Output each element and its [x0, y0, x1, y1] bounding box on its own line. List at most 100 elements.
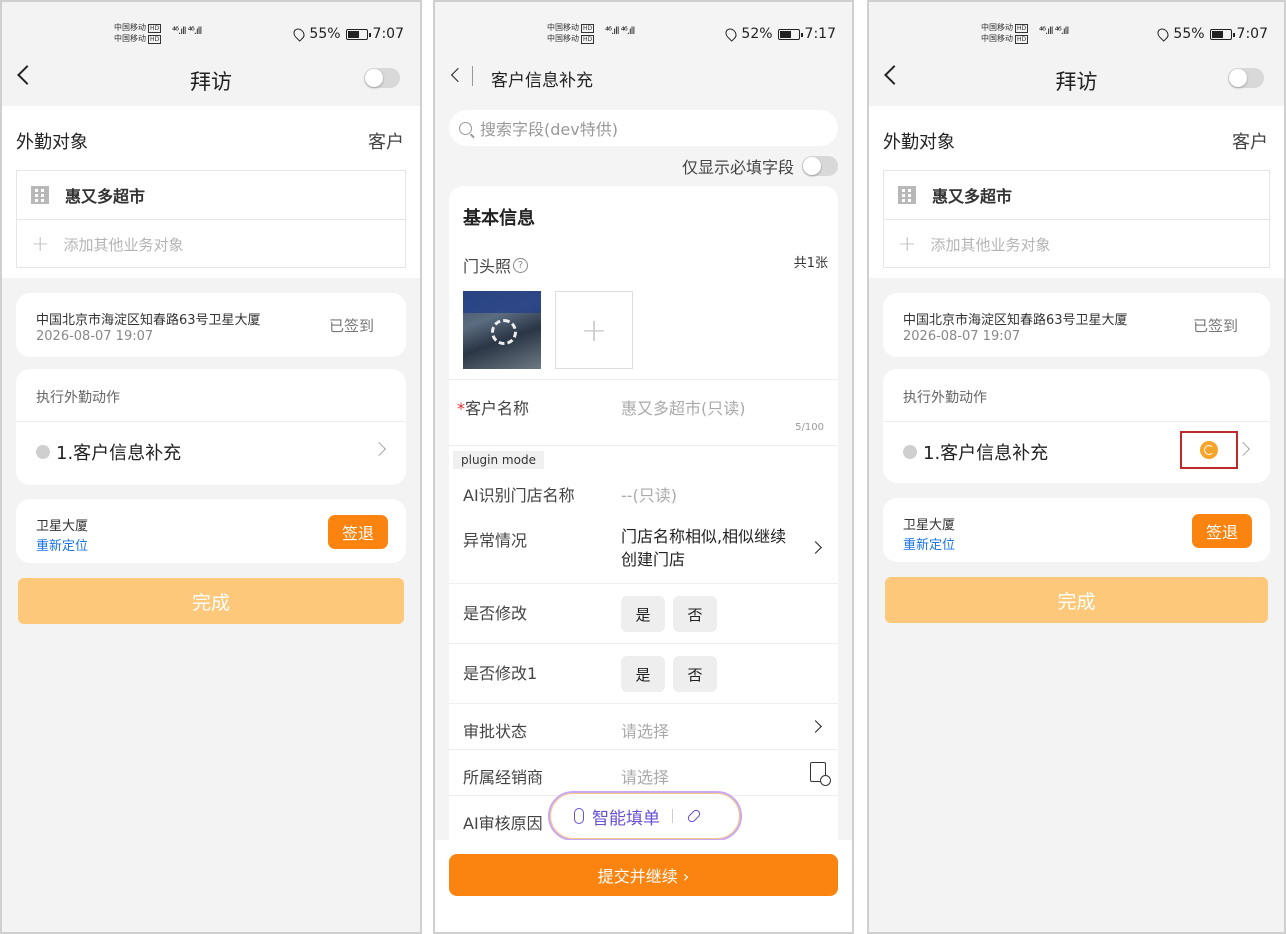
hd-badge: HD: [1015, 24, 1029, 33]
action-item-label: 1.客户信息补充: [923, 443, 1049, 464]
add-photo-button[interactable]: +: [555, 291, 633, 369]
field-value: 门店名称相似,相似继续创建门店: [621, 527, 787, 569]
help-icon[interactable]: ?: [513, 257, 529, 273]
option-yes[interactable]: 是: [621, 596, 665, 632]
building-icon: [898, 186, 916, 204]
field-label: 是否修改: [463, 604, 528, 623]
field-value: --(只读): [621, 486, 678, 505]
field-label: AI审核原因: [463, 814, 543, 833]
clock-icon: [903, 445, 917, 459]
checkin-address: 中国北京市海淀区知春路63号卫星大厦: [903, 313, 1128, 328]
battery-icon: [345, 28, 371, 40]
signed-in-status: 已签到: [1192, 317, 1238, 335]
plus-icon: +: [898, 231, 917, 257]
location-icon: [1155, 26, 1172, 42]
hd-badge: HD: [148, 35, 162, 44]
option-no[interactable]: 否: [673, 656, 717, 692]
chevron-right-icon: [809, 541, 822, 554]
location-name: 卫星大厦: [903, 518, 956, 533]
location-icon: [723, 26, 740, 42]
field-exception[interactable]: 异常情况 门店名称相似,相似继续创建门店: [449, 519, 838, 583]
required-filter-label: 仅显示必填字段: [681, 158, 794, 177]
carrier-1: 中国移动: [114, 23, 146, 32]
sign-out-button[interactable]: 签退: [328, 515, 388, 549]
nav-bar: 拜访: [2, 58, 420, 102]
battery-percent: 55%: [1173, 26, 1205, 42]
page-title: 拜访: [1055, 70, 1098, 94]
checkin-address: 中国北京市海淀区知春路63号卫星大厦: [36, 313, 261, 328]
field-label: 异常情况: [463, 531, 528, 550]
battery-icon: [1209, 28, 1235, 40]
sync-icon[interactable]: [1200, 441, 1218, 459]
option-yes[interactable]: 是: [621, 656, 665, 692]
location-icon: [291, 26, 308, 42]
nav-bar: 拜访: [869, 58, 1284, 102]
action-title: 执行外勤动作: [903, 390, 987, 406]
carrier-info: 中国移动 HD 中国移动 HD: [114, 22, 162, 44]
search-icon: [459, 121, 472, 135]
chevron-right-icon[interactable]: [1235, 441, 1251, 457]
document-icon[interactable]: [810, 762, 831, 786]
signal-icon: ⁴⁶.ıll ⁴⁶.ıll: [172, 26, 202, 37]
target-label: 外勤对象: [16, 132, 88, 153]
field-label: *客户名称: [457, 399, 530, 418]
search-input[interactable]: 搜索字段(dev特供): [449, 110, 838, 146]
field-ai-store: plugin mode AI识别门店名称 --(只读): [449, 445, 838, 509]
add-object-button[interactable]: + 添加其他业务对象: [17, 220, 405, 268]
phone-screen-form: 中国移动 HD 中国移动 HD ⁴⁶.ıll ⁴⁶.ıll 52% 7:17 客户信…: [433, 0, 854, 934]
store-name: 惠又多超市: [65, 187, 146, 206]
action-item[interactable]: 1.客户信息补充: [36, 439, 181, 465]
sign-out-button[interactable]: 签退: [1192, 514, 1252, 548]
target-section: 外勤对象 客户 惠又多超市 + 添加其他业务对象: [2, 106, 420, 278]
checkin-card: 中国北京市海淀区知春路63号卫星大厦 2026-08-07 19:07 已签到: [883, 293, 1270, 357]
signed-in-status: 已签到: [328, 317, 374, 335]
divider: [672, 809, 673, 823]
attachment-icon[interactable]: [686, 808, 702, 824]
object-list: 惠又多超市 + 添加其他业务对象: [883, 170, 1270, 268]
submit-continue-button[interactable]: 提交并继续 ›: [449, 854, 838, 896]
back-icon[interactable]: [450, 67, 466, 83]
object-list: 惠又多超市 + 添加其他业务对象: [16, 170, 406, 268]
battery-percent: 55%: [309, 26, 341, 42]
battery-icon: [777, 28, 803, 40]
plugin-mode-tag: plugin mode: [453, 451, 544, 469]
add-object-label: 添加其他业务对象: [63, 235, 184, 254]
bottom-bar: 提交并继续 ›: [435, 840, 852, 932]
field-label: 所属经销商: [463, 768, 544, 787]
action-item[interactable]: 1.客户信息补充: [903, 439, 1048, 465]
action-item-label: 1.客户信息补充: [56, 443, 182, 464]
mode-toggle[interactable]: [364, 68, 400, 88]
done-button[interactable]: 完成: [18, 578, 404, 624]
smart-fill-button[interactable]: 智能填单: [548, 791, 742, 841]
signal-icon: ⁴⁶.ıll ⁴⁶.ıll: [1039, 26, 1069, 37]
field-approval[interactable]: 审批状态 请选择: [449, 703, 838, 749]
relocate-link[interactable]: 重新定位: [36, 535, 88, 554]
phone-screen-visit-synced: 中国移动 HD 中国移动 HD ⁴⁶.ıll ⁴⁶.ıll 55% 7:07 拜访 …: [867, 0, 1286, 934]
location-card: 卫星大厦 重新定位 签退: [16, 499, 406, 563]
object-item[interactable]: 惠又多超市: [17, 171, 405, 220]
carrier-2: 中国移动: [547, 34, 579, 43]
form-card: 基本信息 门头照 ? 共1张 + *客户名称 惠又多超市(只读) 5/100 p…: [449, 186, 838, 840]
carrier-2: 中国移动: [114, 34, 146, 43]
option-no[interactable]: 否: [673, 596, 717, 632]
hd-badge: HD: [1015, 35, 1029, 44]
hd-badge: HD: [148, 24, 162, 33]
mode-toggle[interactable]: [1228, 68, 1264, 88]
required-toggle[interactable]: [802, 156, 838, 176]
object-item[interactable]: 惠又多超市: [884, 171, 1269, 220]
location-name: 卫星大厦: [36, 519, 89, 534]
nav-bar: 客户信息补充: [435, 60, 852, 94]
page-title: 拜访: [190, 70, 232, 94]
done-button[interactable]: 完成: [885, 577, 1268, 623]
smart-fill-label: 智能填单: [592, 808, 660, 829]
field-dealer[interactable]: 所属经销商 请选择: [449, 749, 838, 795]
status-bar: 中国移动 HD 中国移动 HD ⁴⁶.ıll ⁴⁶.ıll 52% 7:17: [435, 20, 852, 50]
field-placeholder: 请选择: [621, 768, 670, 787]
photo-thumbnail[interactable]: [463, 291, 541, 369]
field-label: 审批状态: [463, 722, 528, 741]
add-object-button[interactable]: + 添加其他业务对象: [884, 220, 1269, 268]
carrier-info: 中国移动 HD 中国移动 HD: [981, 22, 1029, 44]
divider: [16, 421, 406, 422]
relocate-link[interactable]: 重新定位: [903, 534, 955, 553]
chevron-right-icon[interactable]: [371, 441, 387, 457]
